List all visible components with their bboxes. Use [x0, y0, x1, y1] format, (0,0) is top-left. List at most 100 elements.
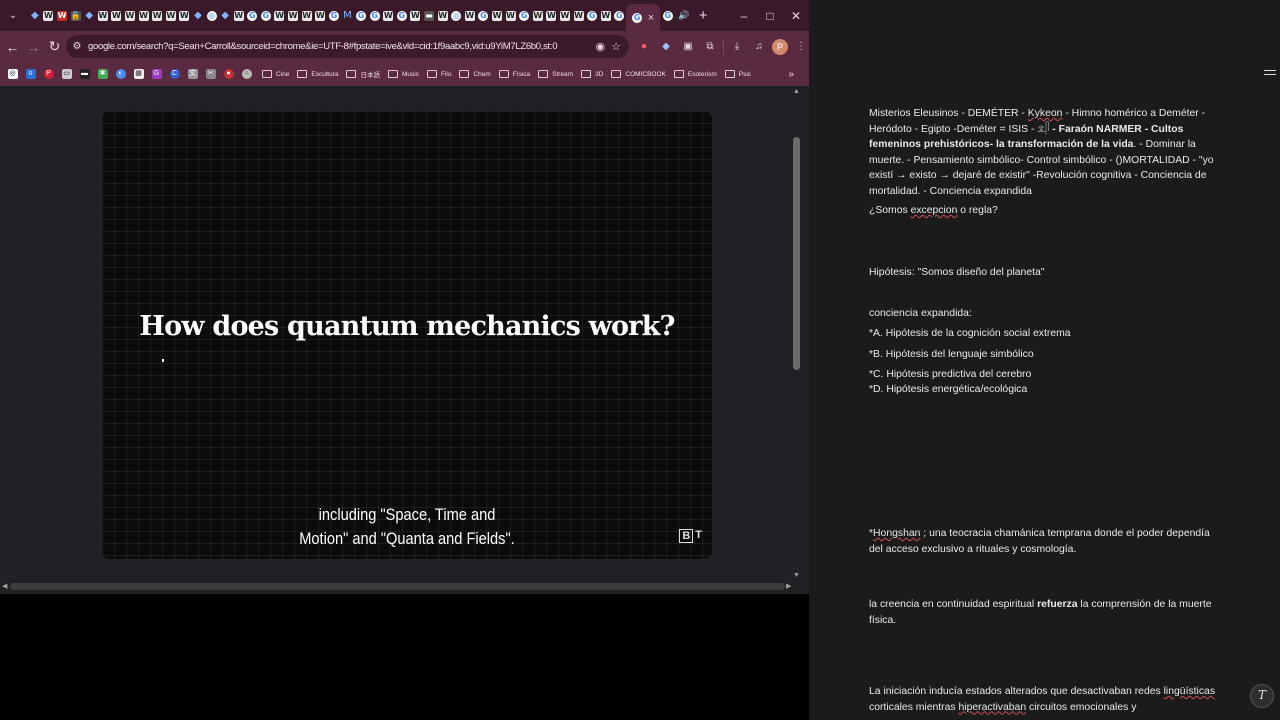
browser-tab[interactable]: G — [259, 0, 273, 31]
browser-tab[interactable]: G — [368, 0, 382, 31]
bookmark-folder[interactable]: Chem — [459, 70, 491, 78]
profile-avatar[interactable]: P — [772, 38, 788, 55]
browser-tab[interactable]: W — [531, 0, 545, 31]
bookmark-bar-icon[interactable]: ▬ — [77, 66, 92, 82]
bookmark-folder[interactable]: Física — [498, 70, 530, 78]
browser-tab[interactable]: W — [558, 0, 572, 31]
tracking-protection-icon[interactable]: ◉ — [596, 40, 606, 53]
new-tab-button[interactable]: + — [692, 7, 714, 24]
bookmark-star-icon[interactable]: ☆ — [611, 40, 621, 53]
browser-tab[interactable]: W — [409, 0, 423, 31]
record-extension-icon[interactable]: ● — [635, 38, 653, 56]
browser-tab[interactable]: ◆ — [191, 0, 205, 31]
bookmark-drive-icon[interactable]: ◐ — [113, 66, 128, 82]
browser-tab[interactable]: W — [178, 0, 192, 31]
browser-tab[interactable]: M — [341, 0, 355, 31]
more-bookmarks-icon[interactable]: » — [788, 69, 794, 80]
bookmark-folder[interactable]: Psic — [724, 70, 751, 78]
browser-tab[interactable]: ◎ — [449, 0, 463, 31]
media-control-icon[interactable]: ♫ — [750, 38, 768, 56]
note-expanded-consciousness[interactable]: conciencia expandida: — [869, 306, 1224, 322]
close-tab-icon[interactable]: × — [648, 12, 654, 24]
hamburger-menu-icon[interactable] — [1264, 70, 1276, 78]
minimize-button[interactable]: – — [731, 0, 757, 31]
bookmark-folder[interactable]: Stream — [538, 70, 573, 78]
note-question[interactable]: ¿Somos excepcion o regla? — [869, 203, 1224, 219]
vertical-scroll-thumb[interactable] — [793, 137, 800, 370]
browser-tab[interactable]: G — [585, 0, 599, 31]
extensions-puzzle-icon[interactable]: ⧉ — [701, 38, 719, 56]
bookmark-monitor-icon[interactable]: ▭ — [59, 66, 74, 82]
horizontal-scrollbar[interactable]: ◀ ▶ — [0, 580, 809, 594]
browser-tab[interactable]: G — [327, 0, 341, 31]
bookmark-pinterest-icon[interactable]: P — [41, 66, 56, 82]
bookmark-red-icon[interactable]: ● — [221, 66, 236, 82]
browser-tab[interactable]: W — [572, 0, 586, 31]
address-bar[interactable]: ⚙ google.com/search?q=Sean+Carroll&sourc… — [66, 35, 629, 58]
note-initiation[interactable]: La iniciación inducía estados alterados … — [869, 684, 1224, 715]
browser-tab[interactable]: ◆ — [82, 0, 96, 31]
url-text[interactable]: google.com/search?q=Sean+Carroll&sourcei… — [88, 41, 596, 52]
note-hypothesis-a[interactable]: *A. Hipótesis de la cognición social ext… — [869, 326, 1224, 342]
bookmark-calendar-icon[interactable]: ▦ — [131, 66, 146, 82]
browser-tab[interactable]: G — [354, 0, 368, 31]
more-menu-icon[interactable]: ⋮ — [792, 38, 809, 56]
browser-tab[interactable]: W — [96, 0, 110, 31]
browser-tab[interactable]: W — [150, 0, 164, 31]
browser-tab[interactable]: G — [477, 0, 491, 31]
bookmark-gmail-icon[interactable]: G — [149, 66, 164, 82]
browser-tab[interactable]: ◆ — [218, 0, 232, 31]
reload-button[interactable]: ↻ — [44, 38, 65, 55]
bookmark-folder[interactable]: Music — [387, 70, 419, 78]
bookmark-tools-icon[interactable]: ✂ — [203, 66, 218, 82]
browser-tab[interactable]: 🔒 — [69, 0, 83, 31]
note-hypothesis-d[interactable]: *D. Hipótesis energética/ecológica — [869, 382, 1224, 398]
video-player[interactable]: How does quantum mechanics work? includi… — [102, 111, 712, 559]
browser-tab[interactable]: W — [273, 0, 287, 31]
bookmark-globe-icon[interactable]: ○ — [239, 66, 254, 82]
google-favicon-icon[interactable]: G — [662, 10, 673, 21]
bookmark-outlook-icon[interactable]: o — [23, 66, 38, 82]
bookmark-folder[interactable]: 3D — [581, 70, 603, 78]
site-info-icon[interactable]: ⚙ — [66, 41, 88, 52]
browser-tab[interactable]: W — [42, 0, 56, 31]
bookmark-folder[interactable]: Esoterism — [673, 70, 717, 78]
browser-tab[interactable]: W — [313, 0, 327, 31]
text-tool-button[interactable]: T — [1250, 684, 1274, 708]
bookmark-chatgpt-icon[interactable]: ◎ — [5, 66, 20, 82]
browser-tab[interactable]: ◆ — [28, 0, 42, 31]
browser-tab[interactable]: W — [599, 0, 613, 31]
browser-tab[interactable]: W — [110, 0, 124, 31]
note-belief[interactable]: la creencia en continuidad espiritual re… — [869, 597, 1224, 628]
note-paragraph-eleusis[interactable]: Misterios Eleusinos - DEMÉTER - Kykeon -… — [869, 106, 1224, 199]
browser-tab[interactable]: G — [246, 0, 260, 31]
back-button[interactable]: ← — [2, 39, 23, 55]
bookmark-folder[interactable]: Filo — [426, 70, 451, 78]
bookmark-folder[interactable]: Cine — [262, 70, 289, 78]
browser-tab[interactable]: G — [613, 0, 627, 31]
bookmark-c-icon[interactable]: C — [167, 66, 182, 82]
browser-tab[interactable]: W — [300, 0, 314, 31]
browser-tab[interactable]: W — [123, 0, 137, 31]
close-window-button[interactable]: ✕ — [783, 0, 809, 31]
scroll-down-icon[interactable]: ▼ — [793, 572, 800, 579]
speaker-icon[interactable]: 🔊 — [678, 10, 689, 21]
download-icon[interactable]: ⤓ — [728, 38, 746, 56]
browser-tab[interactable]: W — [232, 0, 246, 31]
scroll-left-icon[interactable]: ◀ — [2, 582, 7, 590]
browser-tab[interactable]: W — [381, 0, 395, 31]
screenshot-extension-icon[interactable]: ▣ — [679, 38, 697, 56]
tab-search-button[interactable]: ⌄ — [2, 5, 24, 27]
note-hypothesis-c[interactable]: *C. Hipótesis predictiva del cerebro — [869, 367, 1224, 383]
bookmark-folder[interactable]: COMICBOOK — [611, 70, 666, 78]
note-hongshan[interactable]: *Hongshan ; una teocracia chamánica temp… — [869, 526, 1224, 557]
bookmark-folder[interactable]: 日本語 — [346, 69, 380, 79]
bookmark-translate-icon[interactable]: 文 — [185, 66, 200, 82]
browser-tab[interactable]: W — [463, 0, 477, 31]
note-hypothesis[interactable]: Hipótesis: "Somos diseño del planeta" — [869, 265, 1224, 281]
browser-tab[interactable]: ◎ — [205, 0, 219, 31]
horizontal-scroll-thumb[interactable] — [10, 583, 785, 590]
bookmark-folder[interactable]: Escultura — [297, 70, 338, 78]
browser-tab[interactable]: G — [517, 0, 531, 31]
scroll-up-icon[interactable]: ▲ — [793, 88, 800, 95]
